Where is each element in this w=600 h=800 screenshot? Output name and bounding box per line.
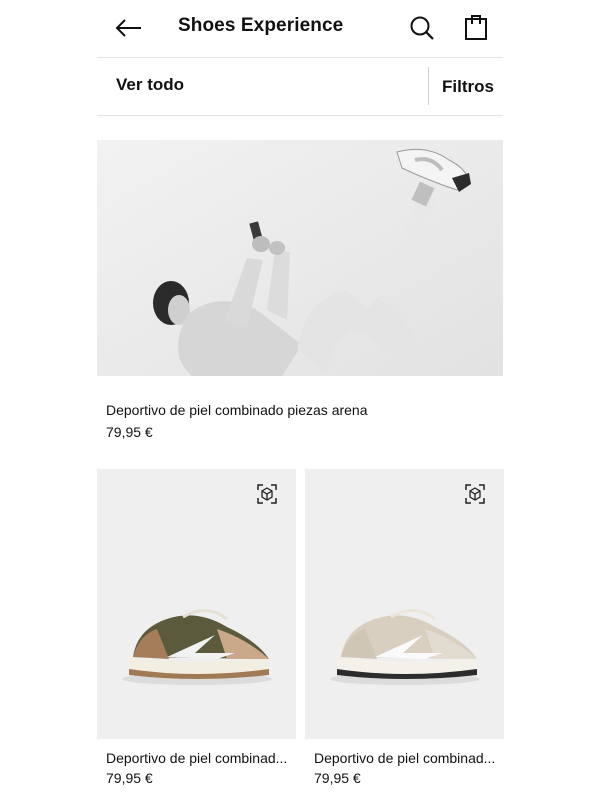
model-photo [97,140,503,376]
filter-divider [428,67,429,105]
ar-cube-icon[interactable] [464,483,486,505]
arrow-left-icon [115,19,141,37]
cart-button[interactable] [460,10,492,44]
hero-product-image[interactable] [97,140,503,376]
shopping-bag-icon [465,15,487,40]
page-title: Shoes Experience [178,15,344,36]
hero-product-price: 79,95 € [106,424,153,440]
app-screen: Shoes Experience Ver todo Filtros Deport… [0,0,600,800]
product-price: 79,95 € [106,770,153,786]
view-all-button[interactable]: Ver todo [116,75,184,95]
search-icon [410,16,434,40]
sneaker-sand-image [305,469,504,739]
product-name[interactable]: Deportivo de piel combinad... [314,750,500,766]
filters-button[interactable]: Filtros [442,77,494,97]
filter-bar: Ver todo Filtros [97,57,503,116]
sneaker-khaki-image [97,469,296,739]
product-card-image[interactable] [305,469,504,739]
top-header: Shoes Experience [0,0,600,56]
back-button[interactable] [112,12,146,44]
product-name[interactable]: Deportivo de piel combinad... [106,750,292,766]
ar-cube-icon[interactable] [256,483,278,505]
hero-product-name[interactable]: Deportivo de piel combinado piezas arena [106,402,368,418]
search-button[interactable] [406,12,438,44]
product-card-image[interactable] [97,469,296,739]
product-price: 79,95 € [314,770,361,786]
